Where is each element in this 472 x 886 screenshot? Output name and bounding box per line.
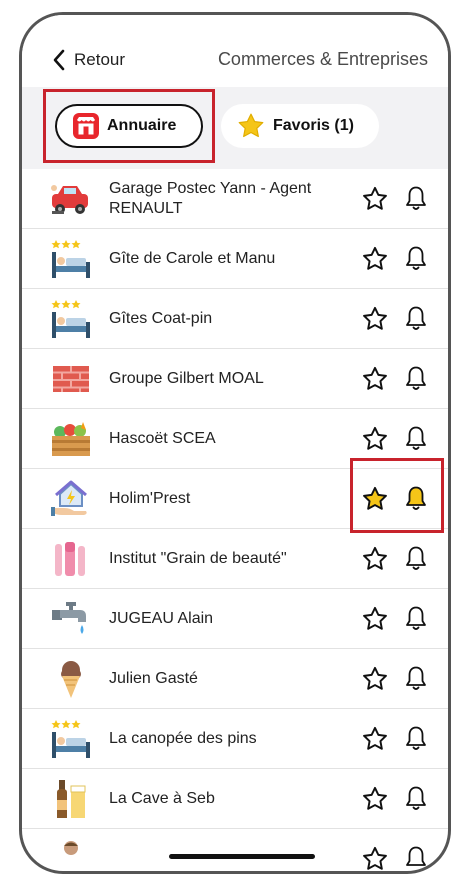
list-item[interactable]: Gîte de Carole et Manu xyxy=(22,229,448,289)
tab-annuaire-label: Annuaire xyxy=(107,117,177,134)
star-outline-icon[interactable] xyxy=(362,666,388,692)
star-outline-icon[interactable] xyxy=(362,546,388,572)
beauty-brushes-icon xyxy=(50,538,92,580)
bell-outline-icon[interactable] xyxy=(404,185,428,212)
entry-name: La Cave à Seb xyxy=(109,789,215,807)
back-button[interactable]: Retour xyxy=(52,47,125,73)
tab-favoris-label: Favoris (1) xyxy=(273,117,354,134)
tab-favoris[interactable]: Favoris (1) xyxy=(221,104,379,148)
list-item[interactable]: Garage Postec Yann - Agent RENAULT xyxy=(22,169,448,229)
entry-name: Julien Gasté xyxy=(109,669,198,687)
list-item[interactable]: Institut "Grain de beauté" xyxy=(22,529,448,589)
bell-outline-icon[interactable] xyxy=(404,545,428,572)
entry-name: Gîte de Carole et Manu xyxy=(109,249,276,267)
back-label: Retour xyxy=(74,50,126,69)
shop-icon xyxy=(73,113,99,139)
list-item[interactable]: Gîtes Coat-pin xyxy=(22,289,448,349)
entry-name: La canopée des pins xyxy=(109,729,257,747)
bell-outline-icon[interactable] xyxy=(404,665,428,692)
entry-name: Hascoët SCEA xyxy=(109,429,216,447)
water-tap-icon xyxy=(50,598,92,640)
star-outline-icon[interactable] xyxy=(362,846,388,872)
star-outline-icon[interactable] xyxy=(362,426,388,452)
star-outline-icon[interactable] xyxy=(362,366,388,392)
entry-name: Holim'Prest xyxy=(109,489,191,507)
star-outline-icon[interactable] xyxy=(362,786,388,812)
bell-outline-icon[interactable] xyxy=(404,785,428,812)
star-outline-icon[interactable] xyxy=(362,726,388,752)
list-item[interactable]: La canopée des pins xyxy=(22,709,448,769)
car-repair-icon xyxy=(50,178,92,220)
star-filled-icon[interactable] xyxy=(362,486,388,512)
list-item[interactable]: Hascoët SCEA xyxy=(22,409,448,469)
entry-name: Institut "Grain de beauté" xyxy=(109,549,287,567)
tab-annuaire[interactable]: Annuaire xyxy=(55,104,203,148)
person-icon xyxy=(50,838,92,871)
star-outline-icon[interactable] xyxy=(362,306,388,332)
business-list: Garage Postec Yann - Agent RENAULT Gîte … xyxy=(22,169,448,872)
list-item[interactable]: La Cave à Seb xyxy=(22,769,448,829)
entry-name: Groupe Gilbert MOAL xyxy=(109,369,264,387)
house-hand-icon xyxy=(50,478,92,520)
vegetable-crate-icon xyxy=(50,418,92,460)
list-item[interactable]: Groupe Gilbert MOAL xyxy=(22,349,448,409)
list-item[interactable]: Julien Gasté xyxy=(22,649,448,709)
bell-outline-icon[interactable] xyxy=(404,365,428,392)
star-outline-icon[interactable] xyxy=(362,606,388,632)
ice-cream-icon xyxy=(50,658,92,700)
bell-filled-icon[interactable] xyxy=(404,485,428,512)
list-item[interactable]: Holim'Prest xyxy=(22,469,448,529)
bell-outline-icon[interactable] xyxy=(404,245,428,272)
hotel-bed-icon xyxy=(50,298,92,340)
entry-name: JUGEAU Alain xyxy=(109,609,214,627)
list-item[interactable]: JUGEAU Alain xyxy=(22,589,448,649)
bell-outline-icon[interactable] xyxy=(404,305,428,332)
bell-outline-icon[interactable] xyxy=(404,725,428,752)
brick-wall-icon xyxy=(50,358,92,400)
beer-bottle-icon xyxy=(50,778,92,820)
entry-name: Garage Postec Yann - Agent RENAULT xyxy=(109,179,312,217)
entry-name: Gîtes Coat-pin xyxy=(109,309,213,327)
home-indicator xyxy=(169,854,315,859)
bell-outline-icon[interactable] xyxy=(404,605,428,632)
tab-bar: Annuaire Favoris (1) xyxy=(22,87,448,169)
hotel-bed-icon xyxy=(50,718,92,760)
hotel-bed-icon xyxy=(50,238,92,280)
chevron-left-icon xyxy=(53,49,65,71)
phone-frame: Retour Commerces & Entreprises Annuaire … xyxy=(19,12,451,874)
bell-outline-icon[interactable] xyxy=(404,845,428,872)
bell-outline-icon[interactable] xyxy=(404,425,428,452)
star-outline-icon[interactable] xyxy=(362,246,388,272)
star-outline-icon[interactable] xyxy=(362,186,388,212)
star-icon xyxy=(238,113,264,138)
list-item-partial[interactable] xyxy=(22,829,448,872)
page-title: Commerces & Entreprises xyxy=(217,49,428,69)
